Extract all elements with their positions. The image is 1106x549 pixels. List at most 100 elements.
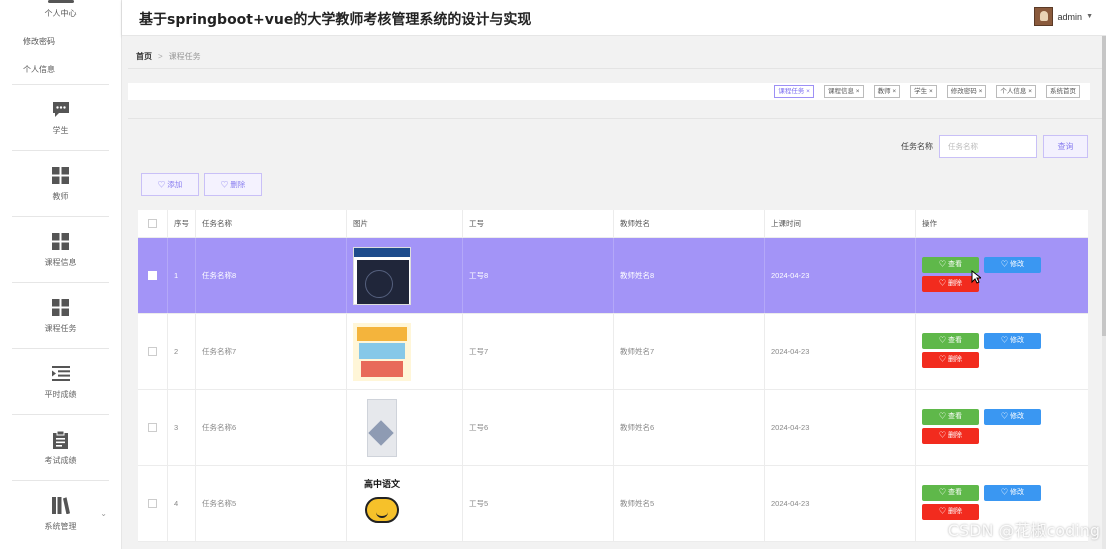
task-name: 任务名称5 (196, 466, 347, 541)
sidebar-subitem-personal-info[interactable]: 个人信息 (0, 56, 121, 84)
table-row[interactable]: 1 任务名称8 工号8 教师姓名8 2024-04-23 ♡ 查看 ♡ 修改 ♡… (138, 238, 1088, 314)
heart-icon: ♡ (220, 180, 229, 189)
tags-bar: 课程任务 × 课程信息 × 教师 × 学生 × 修改密码 × 个人信息 × 系统… (128, 83, 1090, 100)
column-header: 操作 (922, 219, 937, 228)
grid-icon (51, 298, 71, 318)
view-button[interactable]: ♡ 查看 (922, 409, 979, 425)
sidebar-item-label: 课程任务 (44, 323, 77, 333)
avatar (1033, 7, 1053, 26)
delete-button[interactable]: ♡ 删除 (922, 352, 979, 368)
view-button[interactable]: ♡ 查看 (922, 485, 979, 501)
list-indent-icon (51, 364, 71, 384)
sidebar-item-exam-grades[interactable]: 考试成绩 (0, 415, 121, 480)
sidebar-item-students[interactable]: 学生 (0, 85, 121, 150)
sidebar-subitem-change-password[interactable]: 修改密码 (0, 28, 121, 56)
table-row[interactable]: 2 任务名称7 工号7 教师姓名7 2024-04-23 ♡ 查看 ♡ 修改 ♡… (138, 314, 1088, 390)
tag-teachers[interactable]: 教师 × (873, 85, 901, 98)
breadcrumb-home[interactable]: 首页 (136, 52, 152, 61)
chat-icon (51, 100, 71, 120)
class-time: 2024-04-23 (765, 238, 916, 313)
class-time: 2024-04-23 (765, 314, 916, 389)
teacher-name: 教师姓名5 (614, 466, 765, 541)
sidebar-item-course-tasks[interactable]: 课程任务 (0, 283, 121, 348)
tag-personal-info[interactable]: 个人信息 × (996, 85, 1036, 98)
class-time: 2024-04-23 (765, 466, 916, 541)
select-all-cell[interactable] (138, 210, 168, 237)
sidebar-item-system-management[interactable]: 系统管理 ⌄ (0, 481, 121, 546)
breadcrumb: 首页 > 课程任务 (136, 51, 201, 62)
image-cell (347, 390, 463, 465)
app-window: 个人中心 修改密码 个人信息 学生 教师 课程信息 课程任务 平时成绩 考试成绩… (0, 0, 1106, 549)
row-checkbox[interactable] (148, 271, 157, 280)
edit-button[interactable]: ♡ 修改 (984, 333, 1041, 349)
row-checkbox-cell[interactable] (138, 238, 168, 313)
row-checkbox[interactable] (148, 499, 157, 508)
scrollbar[interactable] (1102, 36, 1106, 549)
employee-id: 工号8 (463, 238, 614, 313)
image-cell (347, 238, 463, 313)
column-header: 序号 (168, 210, 196, 237)
teacher-name: 教师姓名7 (614, 314, 765, 389)
row-checkbox-cell[interactable] (138, 466, 168, 541)
delete-button[interactable]: ♡ 删除 (922, 428, 979, 444)
employee-id: 工号5 (463, 466, 614, 541)
sidebar-item-personal-center[interactable]: 个人中心 (0, 0, 121, 28)
tag-course-tasks[interactable]: 课程任务 × (774, 85, 814, 98)
sidebar-item-teachers[interactable]: 教师 (0, 151, 121, 216)
sidebar-item-regular-grades[interactable]: 平时成绩 (0, 349, 121, 414)
tag-home[interactable]: 系统首页 (1046, 85, 1080, 98)
teacher-name: 教师姓名6 (614, 390, 765, 465)
row-checkbox[interactable] (148, 347, 157, 356)
batch-delete-button[interactable]: ♡ 删除 (204, 173, 262, 196)
tag-change-password[interactable]: 修改密码 × (946, 85, 987, 98)
task-image: 高中语文 (353, 474, 411, 533)
task-name-search-input[interactable]: 任务名称 (939, 135, 1037, 158)
clipboard-icon (51, 430, 71, 450)
breadcrumb-current: 课程任务 (168, 52, 201, 61)
tag-students[interactable]: 学生 × (910, 85, 937, 98)
operations-cell: ♡ 查看 ♡ 修改 ♡ 删除 (916, 390, 1088, 465)
row-checkbox-cell[interactable] (138, 314, 168, 389)
view-button[interactable]: ♡ 查看 (922, 333, 979, 349)
tag-course-info[interactable]: 课程信息 × (823, 85, 864, 98)
image-cell (347, 314, 463, 389)
task-image (353, 322, 411, 381)
image-caption: 高中语文 (363, 479, 400, 490)
row-checkbox-cell[interactable] (138, 390, 168, 465)
select-all-checkbox[interactable] (148, 219, 157, 228)
grid-icon (51, 166, 71, 186)
sidebar-item-label: 教师 (52, 191, 69, 201)
column-header: 图片 (347, 210, 463, 237)
column-header: 任务名称 (196, 210, 347, 237)
edit-button[interactable]: ♡ 修改 (984, 257, 1041, 273)
watermark: CSDN @花椒coding (947, 521, 1100, 540)
table-row[interactable]: 4 任务名称5 高中语文 工号5 教师姓名5 2024-04-23 ♡ 查看 ♡… (138, 466, 1088, 542)
top-header: 基于springboot+vue的大学教师考核管理系统的设计与实现 admin … (122, 0, 1106, 36)
column-header: 工号 (463, 210, 614, 237)
image-cell: 高中语文 (347, 466, 463, 541)
search-button[interactable]: 查询 (1043, 135, 1088, 158)
table-row[interactable]: 3 任务名称6 工号6 教师姓名6 2024-04-23 ♡ 查看 ♡ 修改 ♡… (138, 390, 1088, 466)
edit-button[interactable]: ♡ 修改 (984, 409, 1041, 425)
user-menu[interactable]: admin ▼ (1033, 7, 1093, 26)
scrollbar-thumb[interactable] (1102, 36, 1106, 336)
edit-button[interactable]: ♡ 修改 (984, 485, 1041, 501)
chevron-down-icon: ⌄ (100, 509, 107, 518)
column-header: 上课时间 (765, 210, 916, 237)
employee-id: 工号6 (463, 390, 614, 465)
sidebar-item-label: 平时成绩 (44, 389, 77, 399)
grid-icon (51, 232, 71, 252)
row-index: 3 (168, 390, 196, 465)
task-image (353, 398, 411, 457)
table-header: 序号 任务名称 图片 工号 教师姓名 上课时间 操作 (138, 210, 1088, 238)
add-button[interactable]: ♡ 添加 (141, 173, 199, 196)
divider (128, 68, 1106, 69)
sidebar-item-label: 考试成绩 (44, 455, 77, 465)
divider (128, 118, 1106, 119)
sidebar-item-course-info[interactable]: 课程信息 (0, 217, 121, 282)
task-name: 任务名称8 (196, 238, 347, 313)
sidebar-item-label: 系统管理 (44, 521, 77, 531)
operations-cell: ♡ 查看 ♡ 修改 ♡ 删除 (916, 238, 1088, 313)
row-checkbox[interactable] (148, 423, 157, 432)
main-content: 首页 > 课程任务 课程任务 × 课程信息 × 教师 × 学生 × 修改密码 × 个… (122, 36, 1106, 549)
